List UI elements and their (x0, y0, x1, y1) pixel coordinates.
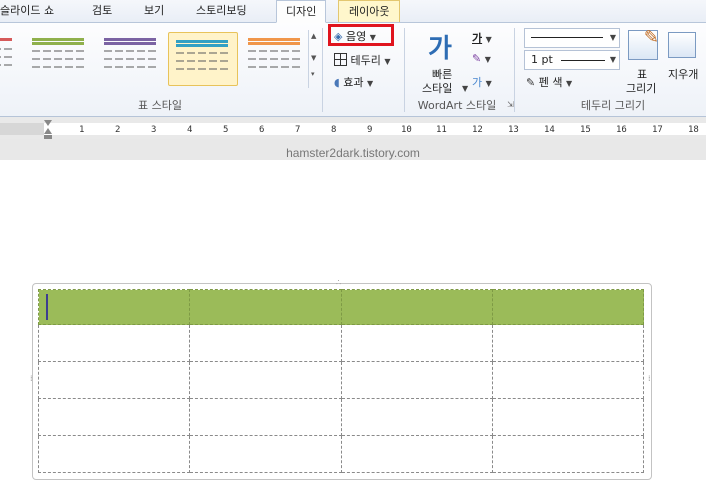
ruler-number: 11 (436, 125, 447, 135)
table-cell[interactable] (491, 398, 645, 436)
table-row (37, 435, 645, 473)
ruler-number: 7 (295, 125, 301, 135)
resize-handle[interactable]: ⁞ (30, 374, 33, 383)
ruler-number: 18 (688, 125, 699, 135)
group-draw-borders: 테두리 그리기 (580, 99, 646, 112)
group-wordart-styles: WordArt 스타일 (417, 99, 497, 112)
ruler-number: 8 (331, 125, 337, 135)
text-cursor (46, 294, 48, 320)
pen-weight-dropdown[interactable]: 1 pt ▼ (524, 50, 620, 70)
table-row (37, 398, 645, 436)
text-fill-button[interactable]: 가 ▼ (472, 30, 492, 46)
chevron-down-icon[interactable]: ▼ (462, 84, 468, 93)
group-table-styles: 표 스타일 (138, 99, 182, 112)
tab-layout[interactable]: 레이아웃 (338, 0, 401, 22)
ruler-number: 16 (616, 125, 627, 135)
borders-button[interactable]: 테두리 ▼ (334, 52, 391, 68)
table-cell[interactable] (340, 398, 493, 436)
tab-storyboarding[interactable]: 스토리보딩 (196, 0, 247, 22)
tab-slideshow[interactable]: 슬라이드 쇼 (0, 0, 54, 22)
ruler-number: 3 (151, 125, 157, 135)
data-table[interactable] (37, 289, 645, 473)
ruler-number: 14 (544, 125, 555, 135)
wordart-quick-style-icon[interactable]: 가 (428, 28, 452, 65)
resize-handle[interactable]: ∴ (336, 278, 341, 287)
table-row (37, 324, 645, 362)
tab-view[interactable]: 보기 (144, 0, 164, 22)
table-cell[interactable] (189, 324, 342, 362)
watermark-text: hamster2dark.tistory.com (286, 146, 420, 160)
ruler-number: 6 (259, 125, 265, 135)
draw-table-icon[interactable]: ✎ (628, 27, 659, 60)
table-cell[interactable] (491, 435, 645, 473)
table-cell[interactable] (491, 324, 645, 362)
table-row (37, 361, 645, 399)
resize-handle[interactable]: ⁞ (648, 374, 651, 383)
tab-design[interactable]: 디자인 (276, 0, 327, 23)
wordart-quick-style-label-2: 스타일 (422, 82, 453, 95)
table-cell[interactable] (37, 324, 191, 362)
ruler-number: 9 (367, 125, 373, 135)
ruler-number: 15 (580, 125, 591, 135)
table-header-row (37, 289, 645, 325)
table-cell[interactable] (189, 289, 342, 325)
ruler-number: 1 (79, 125, 85, 135)
table-style-swatch-1[interactable] (0, 34, 14, 78)
gallery-scroll[interactable]: ▲ ▼ ▾ (308, 30, 319, 88)
tab-review[interactable]: 검토 (92, 0, 112, 22)
ruler-number: 4 (187, 125, 193, 135)
chevron-down-icon: ▼ (367, 79, 374, 88)
borders-icon (334, 53, 347, 66)
table-cell[interactable] (491, 361, 645, 399)
draw-table-label-2: 그리기 (626, 82, 657, 95)
paint-bucket-icon: ◈ (334, 30, 343, 43)
table-cell[interactable] (189, 361, 342, 399)
table-cell[interactable] (37, 361, 191, 399)
table-cell[interactable] (340, 324, 493, 362)
table-style-swatch-teal[interactable] (174, 36, 230, 80)
ruler-numbers: 1 2 3 4 5 6 7 8 9 10 11 12 13 14 15 16 1… (0, 123, 706, 135)
ruler-number: 13 (508, 125, 519, 135)
table-cell[interactable] (37, 289, 191, 325)
table-style-swatch-orange[interactable] (246, 34, 302, 78)
eraser-label: 지우개 (668, 68, 699, 81)
group-separator (514, 28, 515, 112)
text-effects-button[interactable]: 가 ▼ (472, 74, 492, 90)
table-style-swatch-green[interactable] (30, 34, 86, 78)
table-cell[interactable] (37, 398, 191, 436)
pen-icon: ✎ (526, 76, 536, 89)
eraser-icon[interactable] (668, 32, 696, 58)
text-outline-button[interactable]: ✎ ▼ (472, 52, 491, 65)
effects-button[interactable]: ◖ 효과 ▼ (334, 74, 373, 90)
ruler-number: 10 (401, 125, 412, 135)
pen-style-dropdown[interactable]: ▼ (524, 28, 620, 48)
table-cell[interactable] (491, 289, 645, 325)
group-separator (404, 28, 405, 112)
table-cell[interactable] (340, 289, 493, 325)
ruler-number: 12 (472, 125, 483, 135)
ruler-number: 5 (223, 125, 229, 135)
pen-icon: ✎ (472, 52, 482, 65)
table-cell[interactable] (340, 435, 493, 473)
dialog-launcher-icon[interactable]: ⇲ (507, 100, 514, 109)
table-cell[interactable] (189, 435, 342, 473)
table-cell[interactable] (37, 435, 191, 473)
table-cell[interactable] (189, 398, 342, 436)
table-style-swatch-purple[interactable] (102, 34, 158, 78)
ruler-number: 17 (652, 125, 663, 135)
pen-color-button[interactable]: ✎ 펜 색 ▼ (526, 74, 572, 90)
group-separator (322, 28, 323, 112)
chevron-down-icon: ▼ (384, 57, 391, 66)
effects-icon: ◖ (334, 76, 340, 89)
shading-button[interactable]: ◈ 음영 ▼ (334, 28, 376, 44)
table-cell[interactable] (340, 361, 493, 399)
chevron-down-icon: ▼ (369, 33, 376, 42)
ruler-number: 2 (115, 125, 121, 135)
